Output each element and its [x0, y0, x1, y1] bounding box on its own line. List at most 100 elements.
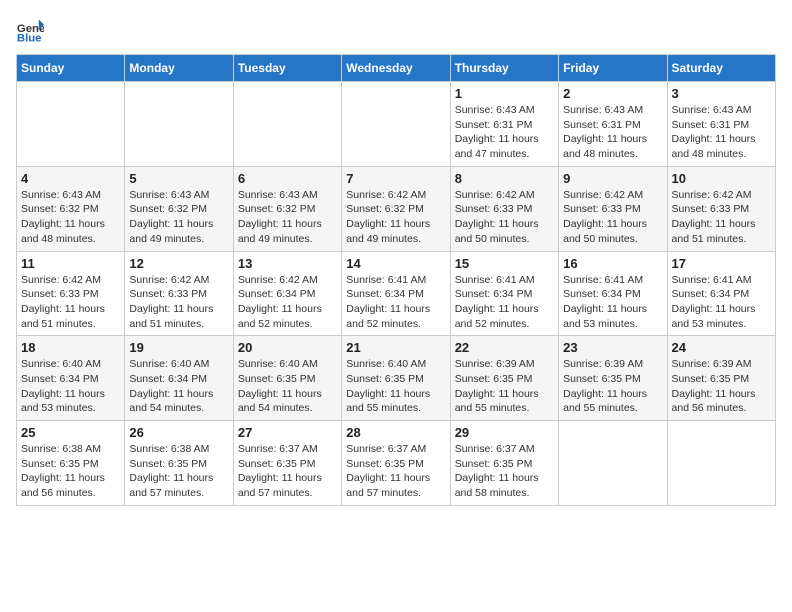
weekday-header-friday: Friday — [559, 55, 667, 82]
day-number: 28 — [346, 425, 445, 440]
day-number: 11 — [21, 256, 120, 271]
weekday-header-thursday: Thursday — [450, 55, 558, 82]
day-number: 18 — [21, 340, 120, 355]
day-detail: Sunrise: 6:42 AM Sunset: 6:33 PM Dayligh… — [21, 273, 120, 332]
calendar-cell: 21 Sunrise: 6:40 AM Sunset: 6:35 PM Dayli… — [342, 336, 450, 421]
day-number: 16 — [563, 256, 662, 271]
weekday-header-tuesday: Tuesday — [233, 55, 341, 82]
day-number: 19 — [129, 340, 228, 355]
weekday-header-monday: Monday — [125, 55, 233, 82]
calendar-cell: 12 Sunrise: 6:42 AM Sunset: 6:33 PM Dayli… — [125, 251, 233, 336]
calendar-cell: 8 Sunrise: 6:42 AM Sunset: 6:33 PM Daylig… — [450, 166, 558, 251]
day-number: 17 — [672, 256, 771, 271]
day-number: 3 — [672, 86, 771, 101]
calendar-cell: 22 Sunrise: 6:39 AM Sunset: 6:35 PM Dayli… — [450, 336, 558, 421]
day-number: 24 — [672, 340, 771, 355]
day-number: 23 — [563, 340, 662, 355]
calendar-cell: 16 Sunrise: 6:41 AM Sunset: 6:34 PM Dayli… — [559, 251, 667, 336]
day-detail: Sunrise: 6:37 AM Sunset: 6:35 PM Dayligh… — [346, 442, 445, 501]
calendar-cell: 23 Sunrise: 6:39 AM Sunset: 6:35 PM Dayli… — [559, 336, 667, 421]
calendar-cell: 20 Sunrise: 6:40 AM Sunset: 6:35 PM Dayli… — [233, 336, 341, 421]
day-number: 10 — [672, 171, 771, 186]
calendar-cell: 2Sunrise: 6:43 AM Sunset: 6:31 PM Daylig… — [559, 82, 667, 167]
day-detail: Sunrise: 6:43 AM Sunset: 6:31 PM Dayligh… — [672, 103, 771, 162]
calendar-cell — [17, 82, 125, 167]
svg-text:Blue: Blue — [17, 32, 42, 44]
calendar-cell: 24 Sunrise: 6:39 AM Sunset: 6:35 PM Dayli… — [667, 336, 775, 421]
calendar-cell: 11 Sunrise: 6:42 AM Sunset: 6:33 PM Dayli… — [17, 251, 125, 336]
day-detail: Sunrise: 6:39 AM Sunset: 6:35 PM Dayligh… — [455, 357, 554, 416]
weekday-header-sunday: Sunday — [17, 55, 125, 82]
day-number: 12 — [129, 256, 228, 271]
calendar-week-row: 1 Sunrise: 6:43 AM Sunset: 6:31 PM Daylig… — [17, 82, 776, 167]
calendar-cell: 5 Sunrise: 6:43 AM Sunset: 6:32 PM Daylig… — [125, 166, 233, 251]
calendar-cell: 10 Sunrise: 6:42 AM Sunset: 6:33 PM Dayli… — [667, 166, 775, 251]
day-number: 1 — [455, 86, 554, 101]
day-number: 15 — [455, 256, 554, 271]
day-number: 29 — [455, 425, 554, 440]
day-number: 8 — [455, 171, 554, 186]
day-detail: Sunrise: 6:41 AM Sunset: 6:34 PM Dayligh… — [672, 273, 771, 332]
calendar-cell: 9 Sunrise: 6:42 AM Sunset: 6:33 PM Daylig… — [559, 166, 667, 251]
day-detail: Sunrise: 6:43 AM Sunset: 6:31 PM Dayligh… — [455, 103, 554, 162]
day-detail: Sunrise: 6:40 AM Sunset: 6:34 PM Dayligh… — [21, 357, 120, 416]
calendar-cell — [233, 82, 341, 167]
day-detail: Sunrise: 6:42 AM Sunset: 6:34 PM Dayligh… — [238, 273, 337, 332]
day-number: 22 — [455, 340, 554, 355]
calendar-cell: 1 Sunrise: 6:43 AM Sunset: 6:31 PM Daylig… — [450, 82, 558, 167]
calendar-cell: 28 Sunrise: 6:37 AM Sunset: 6:35 PM Dayli… — [342, 421, 450, 506]
day-number: 2 — [563, 86, 662, 101]
calendar-cell — [125, 82, 233, 167]
day-detail: Sunrise: 6:37 AM Sunset: 6:35 PM Dayligh… — [238, 442, 337, 501]
calendar-table: SundayMondayTuesdayWednesdayThursdayFrid… — [16, 54, 776, 506]
day-number: 6 — [238, 171, 337, 186]
day-number: 5 — [129, 171, 228, 186]
calendar-cell — [559, 421, 667, 506]
day-number: 14 — [346, 256, 445, 271]
weekday-header-wednesday: Wednesday — [342, 55, 450, 82]
calendar-cell: 15Sunrise: 6:41 AM Sunset: 6:34 PM Dayli… — [450, 251, 558, 336]
calendar-cell: 3 Sunrise: 6:43 AM Sunset: 6:31 PM Daylig… — [667, 82, 775, 167]
calendar-cell: 17 Sunrise: 6:41 AM Sunset: 6:34 PM Dayli… — [667, 251, 775, 336]
day-detail: Sunrise: 6:42 AM Sunset: 6:33 PM Dayligh… — [563, 188, 662, 247]
day-detail: Sunrise: 6:41 AM Sunset: 6:34 PM Dayligh… — [563, 273, 662, 332]
day-detail: Sunrise: 6:39 AM Sunset: 6:35 PM Dayligh… — [672, 357, 771, 416]
day-detail: Sunrise: 6:42 AM Sunset: 6:33 PM Dayligh… — [455, 188, 554, 247]
calendar-cell — [667, 421, 775, 506]
day-number: 4 — [21, 171, 120, 186]
calendar-cell: 7Sunrise: 6:42 AM Sunset: 6:32 PM Daylig… — [342, 166, 450, 251]
day-number: 21 — [346, 340, 445, 355]
logo: General Blue — [16, 16, 52, 44]
day-detail: Sunrise: 6:41 AM Sunset: 6:34 PM Dayligh… — [346, 273, 445, 332]
day-detail: Sunrise: 6:42 AM Sunset: 6:33 PM Dayligh… — [672, 188, 771, 247]
day-detail: Sunrise: 6:38 AM Sunset: 6:35 PM Dayligh… — [129, 442, 228, 501]
calendar-cell: 25Sunrise: 6:38 AM Sunset: 6:35 PM Dayli… — [17, 421, 125, 506]
day-detail: Sunrise: 6:40 AM Sunset: 6:34 PM Dayligh… — [129, 357, 228, 416]
calendar-cell: 27 Sunrise: 6:37 AM Sunset: 6:35 PM Dayli… — [233, 421, 341, 506]
calendar-cell: 13 Sunrise: 6:42 AM Sunset: 6:34 PM Dayli… — [233, 251, 341, 336]
day-detail: Sunrise: 6:37 AM Sunset: 6:35 PM Dayligh… — [455, 442, 554, 501]
weekday-header-saturday: Saturday — [667, 55, 775, 82]
day-number: 20 — [238, 340, 337, 355]
calendar-week-row: 11 Sunrise: 6:42 AM Sunset: 6:33 PM Dayli… — [17, 251, 776, 336]
day-number: 7 — [346, 171, 445, 186]
day-detail: Sunrise: 6:43 AM Sunset: 6:32 PM Dayligh… — [21, 188, 120, 247]
calendar-cell: 26Sunrise: 6:38 AM Sunset: 6:35 PM Dayli… — [125, 421, 233, 506]
calendar-cell: 18 Sunrise: 6:40 AM Sunset: 6:34 PM Dayli… — [17, 336, 125, 421]
day-detail: Sunrise: 6:39 AM Sunset: 6:35 PM Dayligh… — [563, 357, 662, 416]
calendar-week-row: 18 Sunrise: 6:40 AM Sunset: 6:34 PM Dayli… — [17, 336, 776, 421]
calendar-cell: 6 Sunrise: 6:43 AM Sunset: 6:32 PM Daylig… — [233, 166, 341, 251]
day-detail: Sunrise: 6:42 AM Sunset: 6:33 PM Dayligh… — [129, 273, 228, 332]
day-number: 9 — [563, 171, 662, 186]
day-number: 25 — [21, 425, 120, 440]
calendar-week-row: 25 Sunrise: 6:38 AM Sunset: 6:35 PM Dayli… — [17, 421, 776, 506]
day-detail: Sunrise: 6:40 AM Sunset: 6:35 PM Dayligh… — [238, 357, 337, 416]
logo-icon: General Blue — [16, 16, 44, 44]
day-detail: Sunrise: 6:40 AM Sunset: 6:35 PM Dayligh… — [346, 357, 445, 416]
calendar-cell — [342, 82, 450, 167]
day-detail: Sunrise: 6:43 AM Sunset: 6:32 PM Dayligh… — [129, 188, 228, 247]
day-detail: Sunrise: 6:43 AM Sunset: 6:32 PM Dayligh… — [238, 188, 337, 247]
day-number: 13 — [238, 256, 337, 271]
day-number: 27 — [238, 425, 337, 440]
calendar-cell: 19 Sunrise: 6:40 AM Sunset: 6:34 PM Dayli… — [125, 336, 233, 421]
